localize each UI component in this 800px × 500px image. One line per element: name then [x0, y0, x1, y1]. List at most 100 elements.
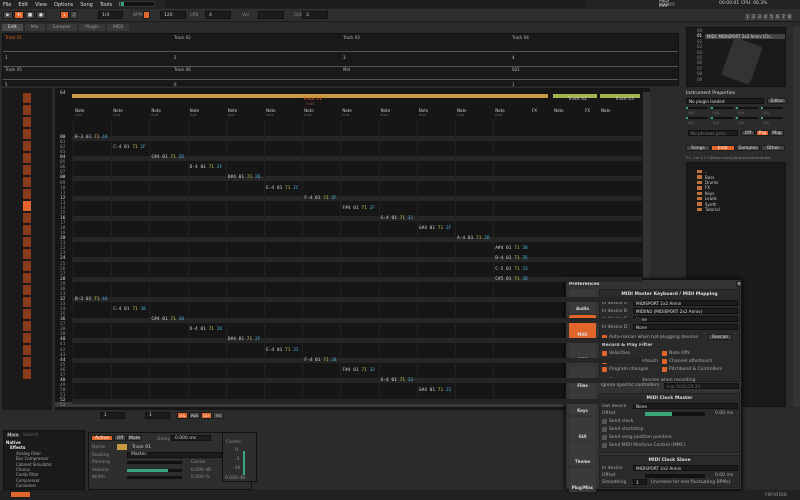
param-slider-width[interactable] — [127, 476, 182, 479]
page-button[interactable]: 2 — [751, 14, 756, 20]
note-cell[interactable]: G-4 01 71 31 — [381, 216, 414, 221]
octave-step-field[interactable]: 1 — [145, 412, 170, 419]
note-cell[interactable]: A-4 01 71 2D — [457, 236, 490, 241]
matrix-cell[interactable]: 2 — [174, 55, 177, 60]
sequence-slot[interactable] — [23, 153, 31, 163]
checkbox[interactable] — [602, 367, 607, 372]
matrix-cell[interactable]: 1 — [5, 55, 8, 60]
note-cell[interactable]: C-5 01 71 33 — [495, 267, 528, 272]
sequence-slot[interactable] — [23, 285, 31, 295]
prefs-tab-gui[interactable]: GUI — [569, 416, 596, 441]
checkbox[interactable] — [602, 443, 607, 448]
metronome-button[interactable]: ♪ — [70, 11, 78, 19]
toggle-vol[interactable]: VOL — [177, 412, 188, 419]
off-button[interactable]: Off — [114, 435, 126, 441]
macro-slider[interactable] — [736, 107, 758, 109]
more-button[interactable]: More — [6, 433, 20, 438]
checkbox[interactable] — [662, 359, 667, 364]
note-cell[interactable]: D#4 01 71 2F — [228, 337, 261, 342]
note-cell[interactable]: C-4 01 71 2F — [113, 145, 146, 150]
note-cell[interactable]: B-3 01 71 44 — [75, 297, 108, 302]
sequence-slot[interactable] — [23, 165, 31, 175]
sequence-slot[interactable] — [23, 117, 31, 127]
volume-meter[interactable] — [243, 451, 245, 475]
checkbox[interactable] — [602, 427, 607, 432]
page-button[interactable]: 5 — [769, 14, 774, 20]
off-button[interactable]: Off — [741, 130, 755, 136]
fx-header[interactable]: FX — [532, 108, 537, 113]
master-option-checkbox[interactable]: Send start/stop — [602, 427, 643, 432]
note-cell[interactable]: C#4 01 71 2D — [151, 155, 184, 160]
map-button[interactable]: Map — [770, 130, 784, 136]
lpb-field[interactable]: 4 — [205, 11, 231, 19]
filter-checkbox[interactable]: Channel aftertouch — [662, 359, 712, 364]
mute-button[interactable]: Mute — [127, 435, 142, 441]
track-02-note-header[interactable]: Note — [554, 108, 563, 113]
note-cell[interactable]: F-4 01 71 34 — [304, 358, 337, 363]
prefs-tab-theme[interactable]: Theme — [569, 442, 596, 466]
dsp-tree-item[interactable]: Convolver — [6, 483, 52, 488]
tab-plugin[interactable]: Plugin — [79, 23, 106, 31]
menu-view[interactable]: View — [35, 2, 47, 8]
macro-slider[interactable] — [711, 117, 733, 119]
checkbox[interactable] — [602, 419, 607, 424]
phrases-select[interactable]: No phrases pres.. — [688, 130, 738, 136]
macro-slider[interactable] — [686, 117, 708, 119]
smoothing-field[interactable]: 1 — [633, 479, 647, 485]
record-button[interactable]: ● — [36, 11, 46, 19]
step-field[interactable]: 1 — [100, 412, 125, 419]
instrument-slot[interactable]: 06 — [697, 60, 702, 65]
note-cell[interactable]: F#4 01 71 32 — [342, 368, 375, 373]
device-select[interactable]: MIDISPORT 2x2 Anniv — [633, 300, 738, 306]
note-cell[interactable]: C-4 01 71 30 — [113, 307, 146, 312]
device-select[interactable]: MIDIIN2 (MIDISPORT 2x2 Anniv) — [633, 308, 738, 314]
sequence-slot[interactable] — [23, 177, 31, 187]
follow-button[interactable]: ⇣ — [60, 11, 69, 19]
edit-step-field[interactable]: 1/4 — [98, 11, 123, 19]
octave-field[interactable]: 3 — [302, 11, 328, 19]
sequence-slot[interactable] — [23, 309, 31, 319]
matrix-cell[interactable]: S01 — [512, 67, 520, 72]
toggle-dly[interactable]: DLY — [201, 412, 212, 419]
note-cell[interactable]: G-4 01 71 32 — [381, 378, 414, 383]
sequence-slot[interactable] — [23, 105, 31, 115]
master-option-checkbox[interactable]: Send song position pointers — [602, 435, 672, 440]
note-cell[interactable]: E-4 01 71 32 — [266, 348, 299, 353]
slave-offset-slider[interactable] — [645, 474, 705, 478]
checkbox[interactable] — [602, 435, 607, 440]
rescan-button[interactable]: Rescan — [708, 334, 732, 340]
page-button[interactable]: 1 — [745, 14, 750, 20]
instrument-slot[interactable]: 09 — [697, 77, 702, 82]
loop-play-button[interactable]: ⟲ — [14, 11, 24, 19]
sequence-slot[interactable] — [23, 369, 31, 379]
instrument-slot[interactable]: 03 — [697, 44, 702, 49]
instrument-slot[interactable]: 01 — [697, 33, 702, 38]
page-button[interactable]: 8 — [787, 14, 792, 20]
sequence-slot[interactable] — [23, 345, 31, 355]
sequence-slot[interactable] — [23, 213, 31, 223]
sequence-slot[interactable] — [23, 93, 31, 103]
matrix-cell[interactable]: 6 — [174, 82, 177, 87]
macro-slider[interactable] — [761, 107, 783, 109]
note-cell[interactable]: B-3 01 71 44 — [75, 135, 108, 140]
prg-button[interactable]: Prg — [756, 130, 769, 136]
sequence-slot[interactable] — [23, 357, 31, 367]
instrument-selected[interactable]: MIDI: MIDISPORT 2x2 Anniv (Ch... — [705, 34, 785, 39]
param-slider-panning[interactable] — [127, 461, 182, 464]
note-cell[interactable]: C#4 01 71 30 — [151, 317, 184, 322]
toggle-pan[interactable]: PAN — [189, 412, 200, 419]
bpm-tap-button[interactable] — [143, 11, 150, 19]
page-button[interactable]: 3 — [757, 14, 762, 20]
filter-checkbox[interactable]: Note Offs — [662, 351, 690, 356]
macro-slider[interactable] — [686, 107, 708, 109]
checkbox[interactable] — [602, 351, 607, 356]
bpm-field[interactable]: 120 — [160, 11, 186, 19]
active-button[interactable]: Active — [91, 435, 113, 441]
tab-midi[interactable]: MIDI — [107, 23, 130, 31]
toggle-fx[interactable]: FX — [213, 412, 224, 419]
matrix-cell[interactable]: 3 — [343, 55, 346, 60]
matrix-cell[interactable]: 1 — [512, 82, 515, 87]
sequence-slot[interactable] — [23, 333, 31, 343]
folder-item[interactable]: Tutorial — [697, 207, 720, 212]
track-03-note-header[interactable]: Note — [601, 108, 610, 113]
